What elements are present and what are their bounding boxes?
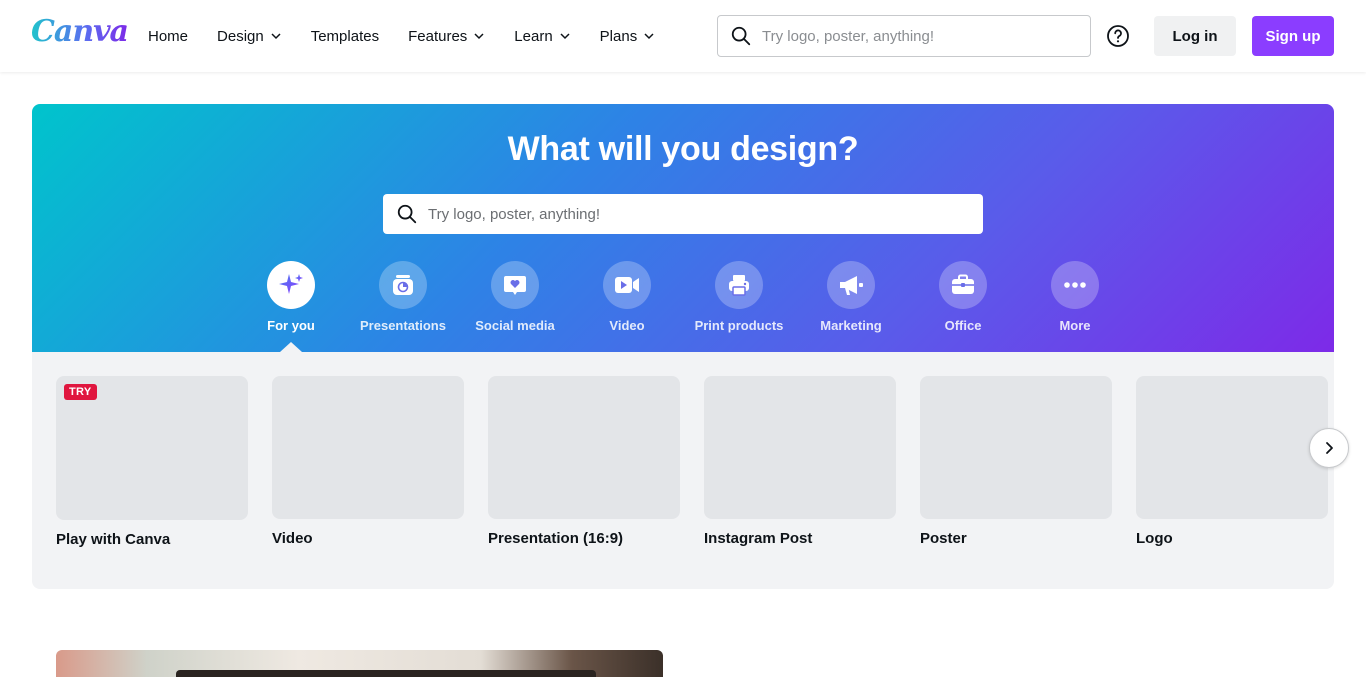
design-card-logo[interactable]: Logo bbox=[1136, 376, 1328, 548]
login-button[interactable]: Log in bbox=[1154, 16, 1236, 56]
design-thumbnail[interactable]: TRY bbox=[56, 376, 248, 520]
carousel-next-button[interactable] bbox=[1309, 428, 1349, 468]
category-office[interactable]: Office bbox=[907, 261, 1019, 333]
category-marketing[interactable]: Marketing bbox=[795, 261, 907, 333]
design-thumbnail[interactable] bbox=[488, 376, 680, 519]
nav-label: Templates bbox=[310, 27, 380, 45]
design-card-label: Presentation (16:9) bbox=[488, 530, 624, 547]
signup-button[interactable]: Sign up bbox=[1252, 16, 1334, 56]
header-search-input[interactable] bbox=[762, 27, 1062, 45]
active-tab-pointer bbox=[280, 342, 302, 352]
sparkle-icon bbox=[279, 274, 303, 294]
category-video[interactable]: Video bbox=[571, 261, 683, 333]
chevron-down-icon bbox=[474, 33, 484, 40]
hero-search-input[interactable] bbox=[428, 205, 948, 223]
category-social-media[interactable]: Social media bbox=[459, 261, 571, 333]
category-label: For you bbox=[267, 318, 315, 333]
design-thumbnail[interactable] bbox=[1136, 376, 1328, 519]
hero-search-box[interactable] bbox=[383, 194, 983, 234]
presentation-icon bbox=[393, 275, 413, 295]
nav-templates[interactable]: Templates bbox=[311, 28, 379, 45]
design-card-label: Play with Canva bbox=[56, 531, 171, 548]
chevron-down-icon bbox=[644, 33, 654, 40]
design-card-label: Instagram Post bbox=[704, 530, 813, 547]
category-icon-circle bbox=[379, 261, 427, 309]
category-icon-circle bbox=[603, 261, 651, 309]
nav-learn[interactable]: Learn bbox=[514, 28, 570, 45]
hero-banner: What will you design? For you Presentati… bbox=[32, 104, 1334, 352]
category-label: Office bbox=[944, 318, 982, 333]
video-camera-icon bbox=[615, 277, 639, 293]
design-types-strip: TRY Play with Canva Video Presentation (… bbox=[32, 352, 1334, 589]
category-label: Print products bbox=[694, 318, 784, 333]
help-icon[interactable] bbox=[1106, 24, 1130, 48]
design-card-label: Poster bbox=[920, 530, 967, 547]
category-icon-circle bbox=[715, 261, 763, 309]
nav-label: Home bbox=[148, 27, 189, 45]
category-more[interactable]: More bbox=[1019, 261, 1131, 333]
design-card-play-with-canva[interactable]: TRY Play with Canva bbox=[56, 376, 248, 548]
category-print-products[interactable]: Print products bbox=[683, 261, 795, 333]
nav-plans[interactable]: Plans bbox=[600, 28, 656, 45]
more-dots-icon bbox=[1064, 282, 1086, 288]
design-card-video[interactable]: Video bbox=[272, 376, 464, 548]
try-badge: TRY bbox=[64, 384, 97, 400]
category-icon-circle bbox=[827, 261, 875, 309]
feature-image bbox=[56, 650, 663, 677]
search-icon bbox=[731, 26, 751, 46]
category-label: Social media bbox=[475, 318, 555, 333]
nav-features[interactable]: Features bbox=[408, 28, 485, 45]
heart-chat-icon bbox=[504, 276, 526, 295]
category-label: Video bbox=[609, 318, 645, 333]
category-label: Marketing bbox=[820, 318, 882, 333]
nav-label: Design bbox=[217, 27, 264, 45]
nav-label: Learn bbox=[514, 27, 553, 45]
design-thumbnail[interactable] bbox=[920, 376, 1112, 519]
top-header: Canva Home Design Templates Features Lea… bbox=[0, 0, 1366, 72]
header-search-box[interactable] bbox=[717, 15, 1091, 57]
category-presentations[interactable]: Presentations bbox=[347, 261, 459, 333]
chevron-down-icon bbox=[271, 33, 281, 40]
category-label: Presentations bbox=[360, 318, 446, 333]
category-tabs: For you Presentations Social media Video… bbox=[235, 261, 1131, 333]
design-card-label: Logo bbox=[1136, 530, 1173, 547]
nav-label: Features bbox=[408, 27, 468, 45]
megaphone-icon bbox=[840, 276, 863, 295]
design-card-poster[interactable]: Poster bbox=[920, 376, 1112, 548]
nav-home[interactable]: Home bbox=[148, 28, 188, 45]
search-icon bbox=[397, 204, 417, 224]
design-card-presentation[interactable]: Presentation (16:9) bbox=[488, 376, 680, 548]
chevron-down-icon bbox=[560, 33, 570, 40]
category-icon-circle bbox=[939, 261, 987, 309]
design-thumbnail[interactable] bbox=[704, 376, 896, 519]
nav-label: Plans bbox=[599, 27, 638, 45]
canva-logo[interactable]: Canva bbox=[31, 14, 129, 49]
briefcase-icon bbox=[952, 274, 974, 294]
design-card-instagram-post[interactable]: Instagram Post bbox=[704, 376, 896, 548]
design-cards: TRY Play with Canva Video Presentation (… bbox=[56, 376, 1334, 548]
chevron-right-icon bbox=[1326, 442, 1333, 454]
main-nav: Home Design Templates Features Learn Pla… bbox=[148, 0, 684, 72]
category-for-you[interactable]: For you bbox=[235, 261, 347, 333]
nav-design[interactable]: Design bbox=[217, 28, 282, 45]
design-thumbnail[interactable] bbox=[272, 376, 464, 519]
hero-title: What will you design? bbox=[507, 130, 859, 168]
printer-icon bbox=[729, 275, 749, 296]
laptop-image-detail bbox=[176, 670, 596, 677]
category-icon-circle bbox=[267, 261, 315, 309]
category-icon-circle bbox=[1051, 261, 1099, 309]
category-label: More bbox=[1059, 318, 1091, 333]
category-icon-circle bbox=[491, 261, 539, 309]
design-card-label: Video bbox=[272, 530, 313, 547]
